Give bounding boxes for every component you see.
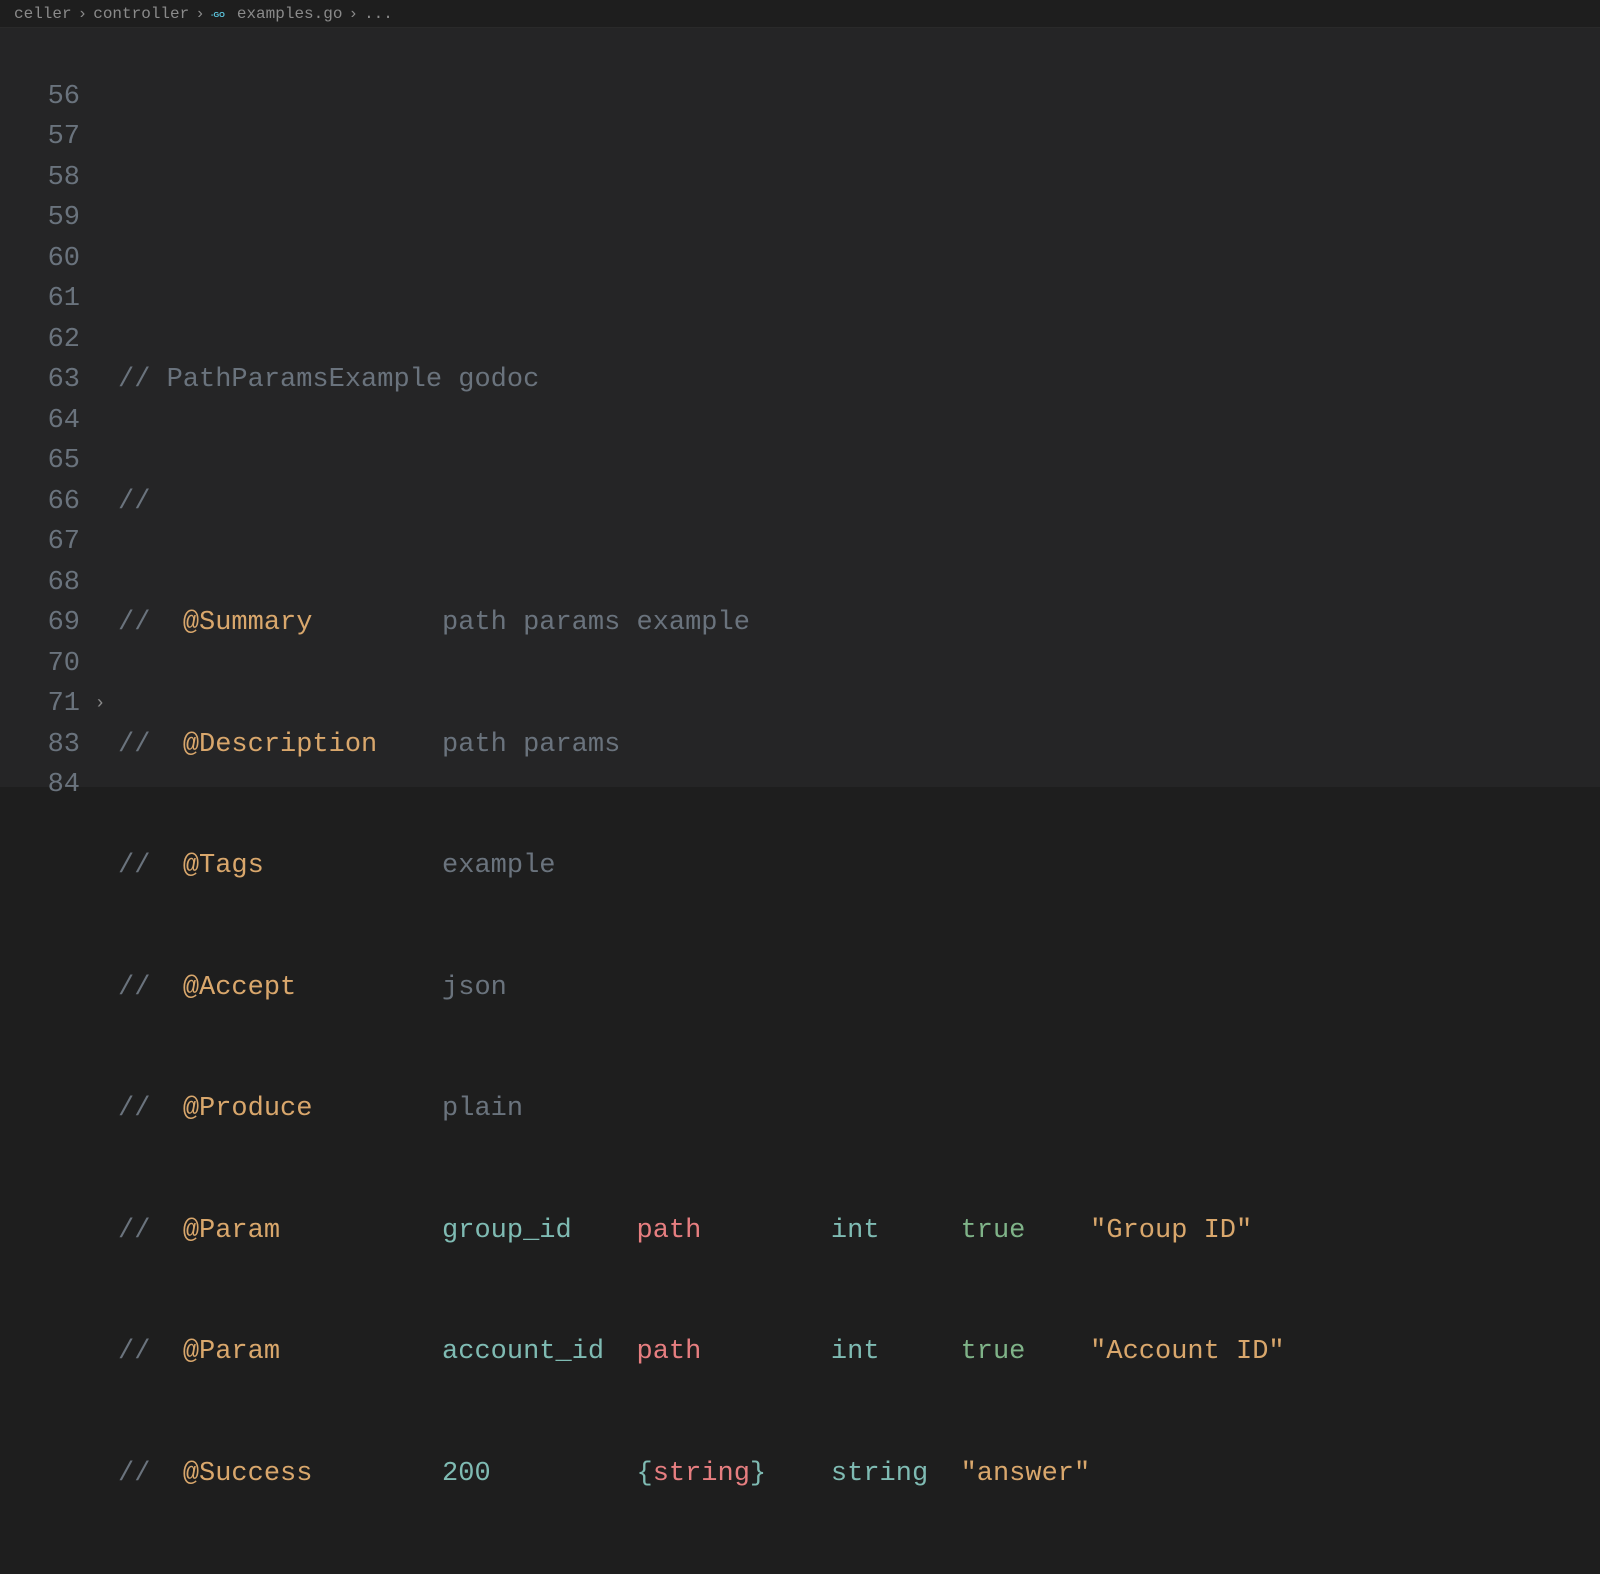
- line-number: 60: [0, 239, 90, 280]
- line-number: 62: [0, 320, 90, 361]
- code-editor[interactable]: 56 57 58 59 60 61 62 63 64 65 66 67 68 6…: [0, 28, 1600, 787]
- fold-marker: [90, 239, 110, 280]
- code-line: // @Tags example: [118, 846, 1600, 887]
- line-number: 56: [0, 77, 90, 118]
- fold-marker: [90, 158, 110, 199]
- fold-marker: [90, 765, 110, 806]
- line-number: 66: [0, 482, 90, 523]
- fold-marker: [90, 644, 110, 685]
- svg-text:-GO: -GO: [211, 10, 225, 19]
- code-line: // @Success 200 {string} string "answer": [118, 1454, 1600, 1495]
- code-area[interactable]: // PathParamsExample godoc // // @Summar…: [110, 28, 1600, 787]
- line-number: [0, 36, 90, 77]
- line-number: 71: [0, 684, 90, 725]
- fold-marker: [90, 36, 110, 77]
- line-number: 64: [0, 401, 90, 442]
- fold-marker: [90, 198, 110, 239]
- code-line: // @Param account_id path int true "Acco…: [118, 1332, 1600, 1373]
- chevron-right-icon: ›: [78, 5, 88, 23]
- line-number: 63: [0, 360, 90, 401]
- breadcrumb-item-celler[interactable]: celler: [14, 5, 72, 23]
- fold-marker: [90, 360, 110, 401]
- line-number: 61: [0, 279, 90, 320]
- code-line: // @Description path params: [118, 725, 1600, 766]
- fold-marker: [90, 401, 110, 442]
- line-number: 65: [0, 441, 90, 482]
- go-file-icon: -GO: [211, 7, 231, 21]
- code-line: // @Produce plain: [118, 1089, 1600, 1130]
- line-number: 69: [0, 603, 90, 644]
- fold-marker: [90, 563, 110, 604]
- line-number: 57: [0, 117, 90, 158]
- code-line: // @Accept json: [118, 968, 1600, 1009]
- line-number: 84: [0, 765, 90, 806]
- line-number: 83: [0, 725, 90, 766]
- breadcrumb-item-controller[interactable]: controller: [93, 5, 189, 23]
- code-line: [118, 117, 1600, 158]
- line-number: 59: [0, 198, 90, 239]
- chevron-right-icon: ›: [195, 5, 205, 23]
- code-line: // @Param group_id path int true "Group …: [118, 1211, 1600, 1252]
- chevron-right-icon: ›: [348, 5, 358, 23]
- breadcrumb: celler › controller › -GO examples.go › …: [0, 0, 1600, 28]
- code-line: //: [118, 482, 1600, 523]
- line-gutter: 56 57 58 59 60 61 62 63 64 65 66 67 68 6…: [0, 28, 90, 787]
- fold-marker: [90, 522, 110, 563]
- code-line: // PathParamsExample godoc: [118, 360, 1600, 401]
- breadcrumb-item-more[interactable]: ...: [364, 5, 393, 23]
- fold-marker: [90, 320, 110, 361]
- fold-marker: [90, 725, 110, 766]
- fold-marker: [90, 441, 110, 482]
- fold-marker: [90, 603, 110, 644]
- fold-marker: [90, 77, 110, 118]
- fold-expand-icon[interactable]: ›: [90, 684, 110, 725]
- fold-marker: [90, 117, 110, 158]
- line-number: 68: [0, 563, 90, 604]
- breadcrumb-item-file[interactable]: examples.go: [237, 5, 343, 23]
- fold-marker: [90, 482, 110, 523]
- line-number: 67: [0, 522, 90, 563]
- code-line: [118, 239, 1600, 280]
- fold-column: ›: [90, 28, 110, 787]
- line-number: 70: [0, 644, 90, 685]
- line-number: 58: [0, 158, 90, 199]
- code-line: // @Summary path params example: [118, 603, 1600, 644]
- fold-marker: [90, 279, 110, 320]
